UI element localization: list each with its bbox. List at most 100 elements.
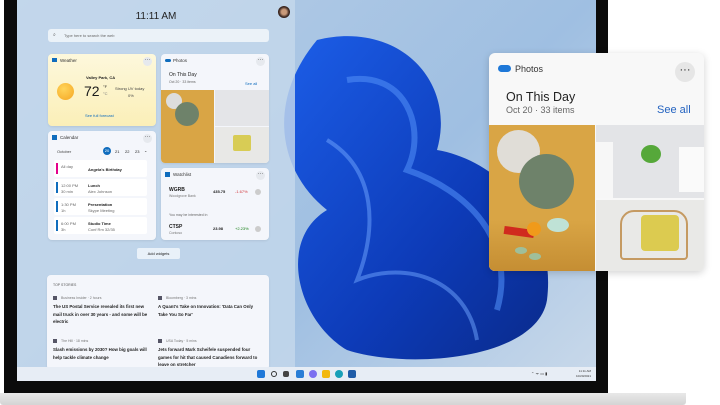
photo-chair[interactable] [596, 200, 704, 271]
photos-widget-large[interactable]: Photos ··· On This Day Oct 20 · 33 items… [489, 53, 704, 271]
story-headline[interactable]: The US Postal Service revealed its first… [53, 303, 153, 326]
precipitation: 0% [128, 93, 134, 98]
event-color-bar [56, 220, 58, 231]
calendar-month: October [57, 149, 72, 154]
widgets-icon[interactable] [296, 370, 304, 378]
photo-plant[interactable] [596, 125, 704, 198]
calendar-event[interactable]: 6:00 PM 3h Studio Time Conf Rm 32/35 [54, 217, 147, 234]
day-23[interactable]: 23 [135, 149, 139, 154]
see-forecast-link[interactable]: See full forecast [85, 113, 114, 118]
event-subtitle: Skype Meeting [88, 208, 115, 213]
task-view-icon[interactable] [283, 371, 289, 377]
stock-name: Contoso [169, 231, 183, 235]
edge-icon[interactable] [335, 370, 343, 378]
stock-symbol: CTSP [169, 224, 183, 230]
sun-icon [57, 83, 74, 100]
tray-date[interactable]: 10/20/2021 [565, 374, 591, 378]
photo-plant[interactable] [215, 90, 269, 126]
widget-title: Watchlist [173, 172, 192, 177]
file-explorer-icon[interactable] [322, 370, 330, 378]
interest-label: You may be interested in [169, 213, 208, 217]
stock-price: 435.75 [213, 189, 226, 194]
more-options-button[interactable]: ··· [143, 57, 152, 66]
weather-widget[interactable]: Weather ··· Valley Park, CA 72 °F °C Str… [48, 54, 156, 126]
event-color-bar [56, 182, 58, 193]
onedrive-icon [498, 65, 511, 72]
see-all-link[interactable]: See all [657, 104, 691, 116]
widgets-panel: 11:11 AM ⌕ Type here to search the web W… [17, 0, 295, 370]
search-box[interactable]: ⌕ Type here to search the web [48, 29, 269, 42]
stock-row[interactable]: CTSP Contoso 23.98 +2.23% [161, 224, 269, 237]
search-icon[interactable] [271, 371, 277, 377]
photo-teapot[interactable] [161, 90, 214, 163]
story-headline[interactable]: A Quant's Take on Innovation: 'Data Can … [158, 303, 258, 318]
event-duration: 30 min [61, 189, 74, 194]
chart-icon [165, 172, 170, 177]
calendar-event[interactable]: 1:30 PM 1h Presentation Skype Meeting [54, 198, 147, 215]
photo-chair[interactable] [215, 127, 269, 163]
calendar-icon [52, 135, 57, 140]
source-logo-icon [158, 296, 162, 300]
day-20[interactable]: 20 [103, 147, 111, 155]
event-time: 12:00 PM [61, 183, 79, 188]
stock-change: +2.23% [235, 226, 249, 231]
chevron-down-icon[interactable]: ⌄ [144, 148, 147, 153]
event-subtitle: Conf Rm 32/35 [88, 227, 115, 232]
widget-title: Weather [60, 58, 77, 63]
stock-symbol: WGRB [169, 187, 185, 193]
search-icon: ⌕ [53, 32, 56, 38]
laptop-base [0, 393, 686, 405]
event-duration: 3h [61, 227, 66, 232]
day-22[interactable]: 22 [125, 149, 129, 154]
photos-widget-small[interactable]: Photos ··· On This Day Oct 20 · 33 items… [161, 54, 269, 163]
source-logo-icon [53, 339, 57, 343]
story-headline[interactable]: Jets forward Mark Scheifele suspended fo… [158, 346, 258, 369]
start-icon[interactable] [257, 370, 265, 378]
see-all-link[interactable]: See all [245, 81, 257, 86]
event-duration: 1h [61, 208, 66, 213]
photos-sub: Oct 20 · 33 items [169, 80, 196, 84]
weather-icon [52, 58, 57, 62]
avatar[interactable] [278, 6, 290, 18]
event-subtitle: Alex Johnson [88, 189, 113, 194]
event-name: Angela's Birthday [88, 167, 122, 172]
remove-stock-icon[interactable] [255, 226, 261, 232]
tray-time[interactable]: 11:11 AM [565, 369, 591, 373]
event-time: 1:30 PM [61, 202, 76, 207]
story-source: The Hill · 18 mins [61, 339, 89, 343]
tray-icons[interactable]: ⌃ ᯤ ▭ ▮ [531, 371, 547, 377]
stock-row[interactable]: WGRB Woodgrove Bank 435.75 -1.67% [161, 187, 269, 200]
stock-change: -1.67% [235, 189, 248, 194]
story-headline[interactable]: Slash emissions by 2030? How big goals w… [53, 346, 153, 361]
story-source: Bloomberg · 3 mins [166, 296, 197, 300]
event-name: Presentation [88, 202, 113, 207]
event-time: 6:00 PM [61, 221, 76, 226]
more-options-button[interactable]: ··· [256, 171, 265, 180]
widget-title: Calendar [60, 135, 79, 140]
event-color-bar [56, 163, 58, 174]
add-widgets-button[interactable]: Add widgets [137, 248, 180, 259]
calendar-event[interactable]: 12:00 PM 30 min Lunch Alex Johnson [54, 179, 147, 196]
event-color-bar [56, 201, 58, 212]
story-source: USA Today · 5 mins [166, 339, 197, 343]
remove-stock-icon[interactable] [255, 189, 261, 195]
calendar-widget[interactable]: Calendar ··· October 20 21 22 23 ⌄ All d… [48, 131, 156, 240]
watchlist-widget[interactable]: Watchlist ··· You may be interested in W… [161, 168, 269, 240]
unit-fahrenheit[interactable]: °F [103, 84, 107, 89]
photo-teapot[interactable] [489, 125, 595, 271]
weather-condition: Strong UV today [115, 86, 145, 91]
taskbar: ⌃ ᯤ ▭ ▮ 11:11 AM 10/20/2021 [17, 367, 596, 381]
calendar-event[interactable]: All day Angela's Birthday [54, 160, 147, 177]
unit-celsius[interactable]: °C [103, 91, 108, 96]
day-21[interactable]: 21 [115, 149, 119, 154]
search-input[interactable]: Type here to search the web [64, 33, 114, 38]
store-icon[interactable] [348, 370, 356, 378]
story-source: Business Insider · 2 hours [61, 296, 102, 300]
stories-header: TOP STORIES [53, 283, 77, 287]
chat-icon[interactable] [309, 370, 317, 378]
widget-title: Photos [515, 64, 544, 74]
source-logo-icon [158, 339, 162, 343]
more-options-button[interactable]: ··· [675, 62, 695, 82]
more-options-button[interactable]: ··· [143, 134, 152, 143]
more-options-button[interactable]: ··· [256, 57, 265, 66]
